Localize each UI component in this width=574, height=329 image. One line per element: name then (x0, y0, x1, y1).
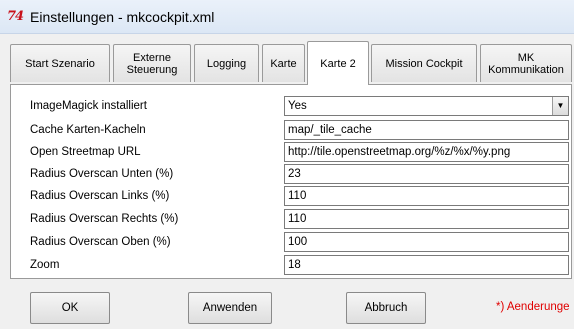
window-title: Einstellungen - mkcockpit.xml (30, 9, 215, 25)
zoom-input[interactable]: 18 (284, 255, 569, 275)
cache-tiles-input[interactable]: map/_tile_cache (284, 120, 569, 140)
cancel-button[interactable]: Abbruch (346, 292, 426, 324)
overscan-bottom-label: Radius Overscan Unten (%) (30, 168, 174, 180)
apply-button[interactable]: Anwenden (188, 292, 272, 324)
tab-mission-cockpit[interactable]: Mission Cockpit (371, 44, 477, 82)
imagemagick-label: ImageMagick installiert (30, 100, 147, 112)
osm-url-input[interactable]: http://tile.openstreetmap.org/%z/%x/%y.p… (284, 142, 569, 162)
imagemagick-select[interactable]: Yes ▼ (284, 96, 569, 116)
cache-tiles-label: Cache Karten-Kacheln (30, 124, 146, 136)
tab-mk-kommunikation[interactable]: MK Kommunikation (480, 44, 572, 82)
ok-button[interactable]: OK (30, 292, 110, 324)
chevron-down-icon: ▼ (556, 101, 565, 110)
title-bar: 74 Einstellungen - mkcockpit.xml (0, 0, 574, 34)
overscan-right-label: Radius Overscan Rechts (%) (30, 213, 179, 225)
dropdown-button[interactable]: ▼ (552, 97, 568, 115)
overscan-left-label: Radius Overscan Links (%) (30, 190, 170, 202)
app-icon: 74 (7, 9, 24, 24)
tab-externe-steuerung[interactable]: Externe Steuerung (113, 44, 191, 82)
osm-url-label: Open Streetmap URL (30, 146, 141, 158)
tab-strip: Start Szenario Externe Steuerung Logging… (10, 41, 574, 85)
tab-karte[interactable]: Karte (262, 44, 305, 82)
overscan-right-input[interactable]: 110 (284, 209, 569, 229)
changes-note: *) Aenderunge (496, 301, 570, 313)
overscan-top-input[interactable]: 100 (284, 232, 569, 252)
overscan-left-input[interactable]: 110 (284, 186, 569, 206)
zoom-label: Zoom (30, 259, 60, 271)
tab-karte-2[interactable]: Karte 2 (307, 41, 369, 85)
overscan-bottom-input[interactable]: 23 (284, 164, 569, 184)
tab-start-szenario[interactable]: Start Szenario (10, 44, 110, 82)
imagemagick-value: Yes (288, 100, 307, 112)
tab-logging[interactable]: Logging (194, 44, 259, 82)
overscan-top-label: Radius Overscan Oben (%) (30, 236, 171, 248)
